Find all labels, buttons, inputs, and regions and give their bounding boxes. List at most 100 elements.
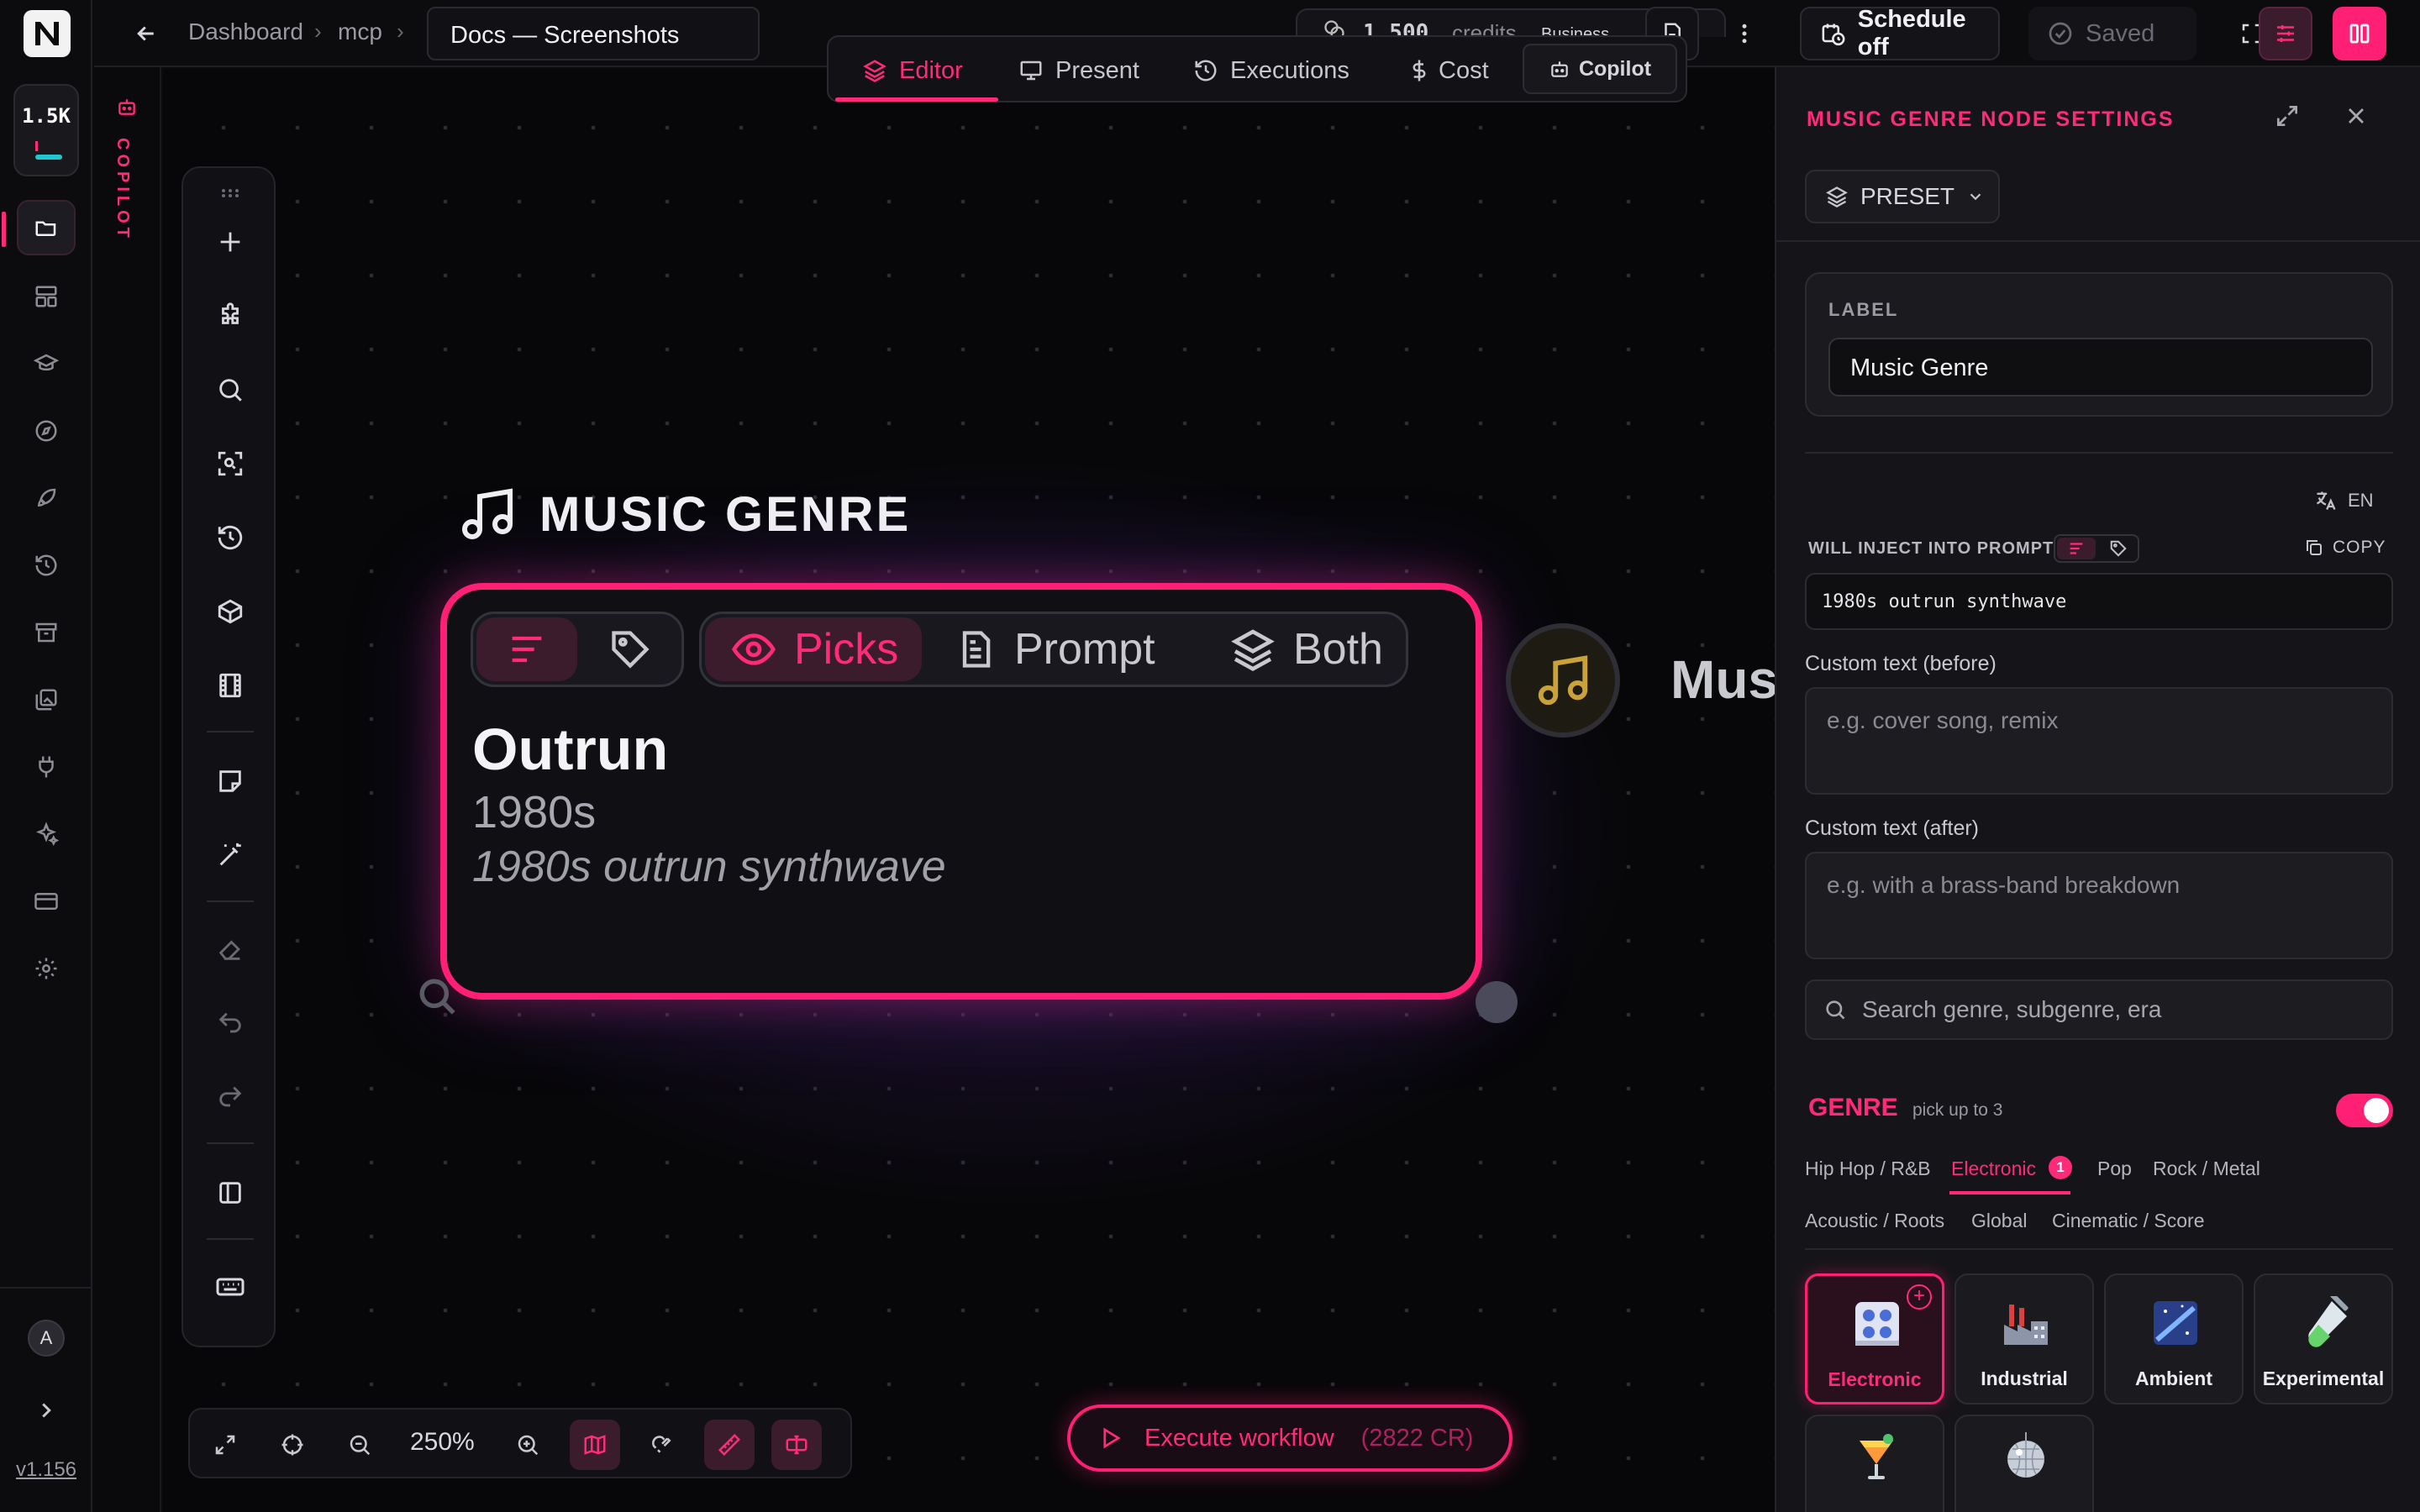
next-node[interactable]	[1506, 623, 1620, 738]
graduation-cap-icon[interactable]	[17, 336, 76, 391]
mode-both-button[interactable]: Both	[1229, 617, 1383, 681]
history-icon[interactable]	[205, 512, 255, 563]
genre-card-ambient[interactable]: Ambient	[2104, 1273, 2244, 1404]
node-title: MUSIC GENRE	[539, 486, 912, 542]
tab-executions[interactable]: Executions	[1193, 52, 1349, 89]
translate-icon	[2316, 491, 2336, 510]
category-electronic[interactable]: Electronic	[1951, 1158, 2036, 1180]
zoom-out-icon[interactable]	[334, 1420, 385, 1470]
music-genre-node[interactable]: Picks Prompt Both Outrun 1980s 1980s out…	[440, 583, 1482, 1000]
copilot-strip[interactable]: COPILOT	[94, 67, 161, 1512]
magic-wand-icon[interactable]	[205, 830, 255, 880]
folder-open-icon[interactable]	[2, 200, 76, 255]
breadcrumb-mcp[interactable]: mcp	[338, 18, 382, 45]
expand-panel-icon[interactable]	[2274, 102, 2301, 129]
mode-prompt-label: Prompt	[1014, 625, 1155, 674]
canvas-toolbox	[182, 166, 276, 1347]
box-icon[interactable]	[205, 586, 255, 637]
tab-editor[interactable]: Editor	[862, 52, 963, 89]
pick-prompt: 1980s outrun synthwave	[472, 843, 946, 891]
breadcrumb-dashboard[interactable]: Dashboard	[188, 18, 303, 45]
sparkles-icon[interactable]	[17, 806, 76, 862]
node-output-handle[interactable]	[1476, 981, 1518, 1023]
minimap-icon[interactable]	[570, 1420, 620, 1470]
genre-card-industrial[interactable]: Industrial	[1954, 1273, 2094, 1404]
layout-icon[interactable]	[17, 269, 76, 324]
expand-icon[interactable]	[200, 1420, 250, 1470]
search-icon[interactable]	[205, 365, 255, 415]
node-header[interactable]: MUSIC GENRE	[457, 480, 911, 548]
credits-meter[interactable]: 1.5K	[13, 84, 79, 176]
copy-button[interactable]: COPY	[2304, 538, 2386, 558]
category-cinematic-score[interactable]: Cinematic / Score	[2052, 1210, 2205, 1232]
text-cursor-icon[interactable]	[771, 1420, 822, 1470]
sidebar-panel-icon[interactable]	[205, 1168, 255, 1218]
schedule-button[interactable]: Schedule off	[1800, 6, 2000, 60]
tag-icon[interactable]	[584, 617, 676, 681]
keyboard-icon[interactable]	[205, 1262, 255, 1312]
list-view-icon[interactable]	[2057, 538, 2096, 559]
after-textarea[interactable]: e.g. with a brass-band breakdown	[1805, 852, 2393, 959]
app-logo[interactable]	[24, 10, 71, 57]
compass-icon[interactable]	[17, 403, 76, 459]
genre-search-input[interactable]: Search genre, subgenre, era	[1805, 979, 2393, 1040]
undo-icon[interactable]	[205, 998, 255, 1048]
settings-icon[interactable]	[17, 941, 76, 996]
film-icon[interactable]	[205, 660, 255, 711]
before-textarea[interactable]: e.g. cover song, remix	[1805, 687, 2393, 795]
after-label: Custom text (after)	[1805, 816, 1979, 840]
genre-card-electronic[interactable]: + Electronic	[1805, 1273, 1944, 1404]
category-rock-metal[interactable]: Rock / Metal	[2153, 1158, 2260, 1180]
close-icon[interactable]	[2343, 102, 2370, 129]
plus-icon[interactable]	[205, 217, 255, 267]
archive-icon[interactable]	[17, 605, 76, 660]
rocket-icon[interactable]	[17, 470, 76, 526]
more-vertical-icon[interactable]	[1718, 7, 1771, 60]
add-icon[interactable]: +	[1907, 1284, 1932, 1310]
avatar[interactable]: A	[28, 1320, 65, 1357]
breadcrumb-separator-icon: ›	[397, 18, 404, 44]
ruler-icon[interactable]	[704, 1420, 755, 1470]
eraser-icon[interactable]	[205, 924, 255, 974]
category-hiphop-rnb[interactable]: Hip Hop / R&B	[1805, 1158, 1931, 1180]
list-view-icon[interactable]	[476, 617, 577, 681]
plug-icon[interactable]	[17, 739, 76, 795]
mode-prompt-button[interactable]: Prompt	[954, 617, 1155, 681]
document-title[interactable]: Docs — Screenshots	[427, 7, 760, 60]
tab-cost-label: Cost	[1439, 56, 1489, 84]
mode-picks-button[interactable]: Picks	[705, 617, 923, 681]
category-acoustic-roots[interactable]: Acoustic / Roots	[1805, 1210, 1944, 1232]
crosshair-icon[interactable]	[267, 1420, 318, 1470]
category-pop[interactable]: Pop	[2097, 1158, 2132, 1180]
columns-icon[interactable]	[2333, 7, 2386, 60]
puzzle-icon[interactable]	[205, 291, 255, 341]
version-label[interactable]: v1.156	[0, 1458, 92, 1482]
history-icon[interactable]	[17, 538, 76, 593]
tab-cost[interactable]: Cost	[1407, 52, 1489, 89]
category-global[interactable]: Global	[1971, 1210, 2027, 1232]
images-icon[interactable]	[17, 672, 76, 727]
back-arrow-icon[interactable]	[126, 13, 166, 54]
drag-handle-icon[interactable]	[205, 176, 255, 210]
genre-card-disco[interactable]	[1954, 1415, 2094, 1512]
genre-card-experimental[interactable]: Experimental	[2254, 1273, 2393, 1404]
redo-icon[interactable]	[205, 1072, 255, 1122]
zoom-in-icon[interactable]	[502, 1420, 553, 1470]
label-input[interactable]: Music Genre	[1828, 338, 2373, 396]
sticky-note-icon[interactable]	[205, 756, 255, 806]
preset-dropdown[interactable]: PRESET	[1805, 170, 2000, 223]
genre-toggle[interactable]	[2336, 1094, 2393, 1127]
magnet-icon[interactable]	[637, 1420, 687, 1470]
execute-workflow-button[interactable]: Execute workflow (2822 CR)	[1067, 1404, 1512, 1472]
language-toggle[interactable]: EN	[2314, 489, 2374, 512]
sliders-icon[interactable]	[2259, 7, 2312, 60]
credit-card-icon[interactable]	[17, 874, 76, 929]
genre-card-chill[interactable]	[1805, 1415, 1944, 1512]
tag-icon[interactable]	[2101, 538, 2136, 559]
scan-search-icon[interactable]	[205, 438, 255, 489]
tab-copilot[interactable]: Copilot	[1523, 44, 1677, 94]
workflow-canvas[interactable]: MUSIC GENRE Picks Prompt Both Outrun 198…	[163, 69, 1775, 1512]
chevron-right-icon[interactable]	[34, 1398, 59, 1423]
node-search-handle-icon[interactable]	[417, 976, 459, 1018]
tab-present[interactable]: Present	[1018, 52, 1139, 89]
